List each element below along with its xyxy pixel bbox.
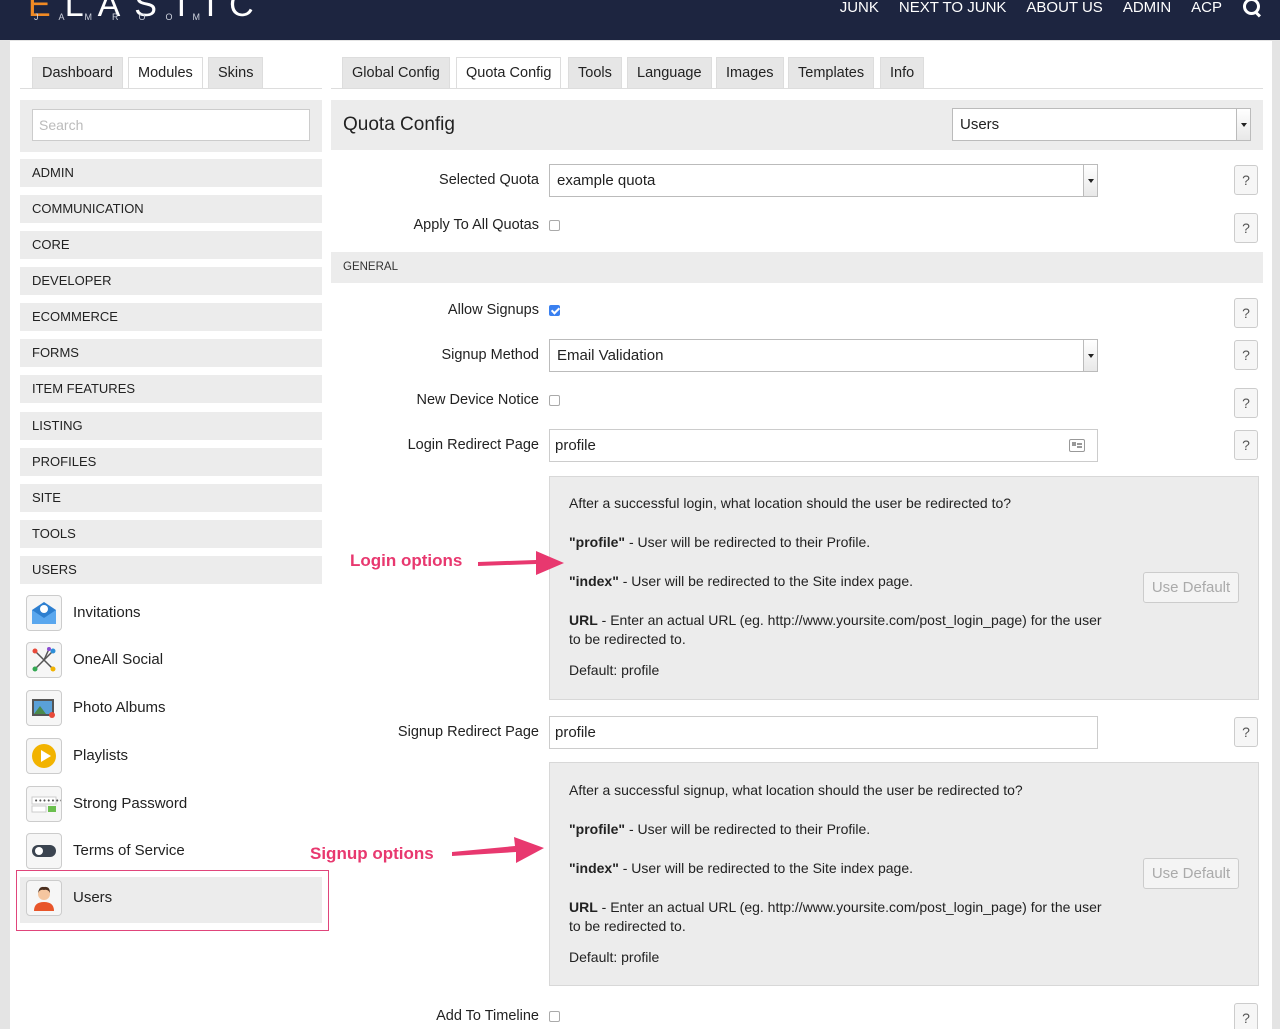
tab-language[interactable]: Language	[627, 57, 712, 88]
password-icon: •••••••	[26, 786, 64, 822]
help-button-signup-method[interactable]: ?	[1234, 340, 1258, 370]
help-profile-option: "profile" - User will be redirected to t…	[569, 821, 871, 837]
category-profiles[interactable]: PROFILES	[20, 448, 322, 476]
category-tools[interactable]: TOOLS	[20, 520, 322, 548]
category-ecommerce[interactable]: ECOMMERCE	[20, 303, 322, 331]
apply-all-label: Apply To All Quotas	[413, 217, 539, 233]
page-title: Quota Config	[343, 114, 455, 135]
module-oneall-social[interactable]: OneAll Social	[20, 639, 322, 685]
contact-card-icon[interactable]	[1069, 439, 1085, 452]
signup-redirect-label: Signup Redirect Page	[397, 724, 539, 740]
module-select[interactable]: Users	[952, 108, 1251, 141]
new-device-label: New Device Notice	[416, 392, 540, 408]
nav-admin[interactable]: ADMIN	[1123, 0, 1171, 16]
help-button-signup-redirect[interactable]: ?	[1234, 717, 1258, 747]
category-item-features[interactable]: ITEM FEATURES	[20, 375, 322, 403]
logo-subtitle: JAMROOM	[34, 12, 220, 22]
social-network-icon	[26, 642, 62, 678]
category-listing[interactable]: LISTING	[20, 412, 322, 440]
category-forms[interactable]: FORMS	[20, 339, 322, 367]
tab-skins[interactable]: Skins	[208, 57, 264, 88]
tab-modules[interactable]: Modules	[128, 57, 203, 88]
play-icon	[26, 738, 62, 774]
category-users[interactable]: USERS	[20, 556, 322, 584]
chevron-down-icon	[1083, 165, 1097, 196]
quota-config-header: Quota Config Users	[331, 100, 1263, 150]
selected-quota-label: Selected Quota	[439, 172, 539, 188]
photo-icon	[26, 690, 62, 726]
top-nav: JUNK NEXT TO JUNK ABOUT US ADMIN ACP	[840, 0, 1262, 17]
help-profile-option: "profile" - User will be redirected to t…	[569, 534, 871, 550]
category-communication[interactable]: COMMUNICATION	[20, 195, 322, 223]
tab-global-config[interactable]: Global Config	[342, 57, 450, 88]
tab-quota-config[interactable]: Quota Config	[456, 57, 562, 88]
help-button-selected-quota[interactable]: ?	[1234, 165, 1258, 195]
help-url-option: URL - Enter an actual URL (eg. http://ww…	[569, 899, 1102, 934]
nav-about-us[interactable]: ABOUT US	[1026, 0, 1102, 16]
nav-junk[interactable]: JUNK	[840, 0, 879, 16]
page-content: Dashboard Modules Skins Global Config Qu…	[10, 41, 1272, 1029]
chevron-down-icon	[1083, 340, 1097, 371]
envelope-icon	[26, 595, 62, 631]
help-default: Default: profile	[569, 949, 660, 965]
help-default: Default: profile	[569, 662, 660, 678]
help-intro: After a successful signup, what location…	[569, 782, 1023, 798]
help-button-new-device[interactable]: ?	[1234, 388, 1258, 418]
highlight-outline	[16, 870, 329, 931]
allow-signups-label: Allow Signups	[447, 302, 539, 318]
module-playlists[interactable]: Playlists	[20, 735, 322, 781]
tab-images[interactable]: Images	[716, 57, 784, 88]
sidebar-search-box	[20, 100, 322, 152]
tab-tools[interactable]: Tools	[568, 57, 622, 88]
nav-next-to-junk[interactable]: NEXT TO JUNK	[899, 0, 1007, 16]
login-options-annotation: Login options	[350, 551, 463, 570]
login-help-box: After a successful login, what location …	[549, 476, 1259, 700]
tab-dashboard[interactable]: Dashboard	[32, 57, 123, 88]
module-photo-albums[interactable]: Photo Albums	[20, 687, 322, 733]
annotation-arrow	[452, 837, 544, 863]
help-url-option: URL - Enter an actual URL (eg. http://ww…	[569, 612, 1102, 647]
signup-redirect-input[interactable]: profile	[549, 716, 1098, 749]
search-icon[interactable]	[1242, 0, 1262, 17]
new-device-checkbox[interactable]	[549, 395, 560, 406]
tab-templates[interactable]: Templates	[788, 57, 875, 88]
help-index-option: "index" - User will be redirected to the…	[569, 860, 913, 876]
toggle-icon	[26, 833, 62, 869]
use-default-button[interactable]: Use Default	[1143, 858, 1239, 889]
svg-text:•••••••: •••••••	[34, 797, 61, 805]
allow-signups-checkbox[interactable]	[549, 305, 560, 316]
selected-quota-select[interactable]: example quota	[549, 164, 1098, 197]
help-button-allow-signups[interactable]: ?	[1234, 298, 1258, 328]
tab-info[interactable]: Info	[880, 57, 925, 88]
section-general: GENERAL	[331, 252, 1263, 283]
category-admin[interactable]: ADMIN	[20, 159, 322, 187]
help-button-add-timeline[interactable]: ?	[1234, 1003, 1258, 1029]
annotation-arrow	[478, 551, 564, 575]
chevron-down-icon	[1236, 109, 1250, 140]
signup-help-box: After a successful signup, what location…	[549, 762, 1259, 986]
category-site[interactable]: SITE	[20, 484, 322, 512]
category-core[interactable]: CORE	[20, 231, 322, 259]
help-button-login-redirect[interactable]: ?	[1234, 430, 1258, 460]
use-default-button[interactable]: Use Default	[1143, 572, 1239, 603]
apply-all-checkbox[interactable]	[549, 220, 560, 231]
help-index-option: "index" - User will be redirected to the…	[569, 573, 913, 589]
top-bar: ELASTIC JAMROOM JUNK NEXT TO JUNK ABOUT …	[0, 0, 1280, 40]
signup-method-label: Signup Method	[441, 347, 539, 363]
category-developer[interactable]: DEVELOPER	[20, 267, 322, 295]
help-intro: After a successful login, what location …	[569, 495, 1012, 511]
login-redirect-input[interactable]: profile	[549, 429, 1098, 462]
login-redirect-label: Login Redirect Page	[407, 437, 539, 453]
search-input[interactable]	[32, 109, 310, 141]
module-invitations[interactable]: Invitations	[20, 592, 322, 638]
signup-method-select[interactable]: Email Validation	[549, 339, 1098, 372]
module-strong-password[interactable]: ••••••• Strong Password	[20, 783, 322, 829]
tab-divider	[331, 88, 1263, 89]
add-timeline-label: Add To Timeline	[436, 1008, 539, 1024]
tab-divider	[20, 88, 322, 89]
signup-options-annotation: Signup options	[310, 844, 434, 863]
nav-acp[interactable]: ACP	[1191, 0, 1222, 16]
help-button-apply-all[interactable]: ?	[1234, 213, 1258, 243]
add-timeline-checkbox[interactable]	[549, 1011, 560, 1022]
